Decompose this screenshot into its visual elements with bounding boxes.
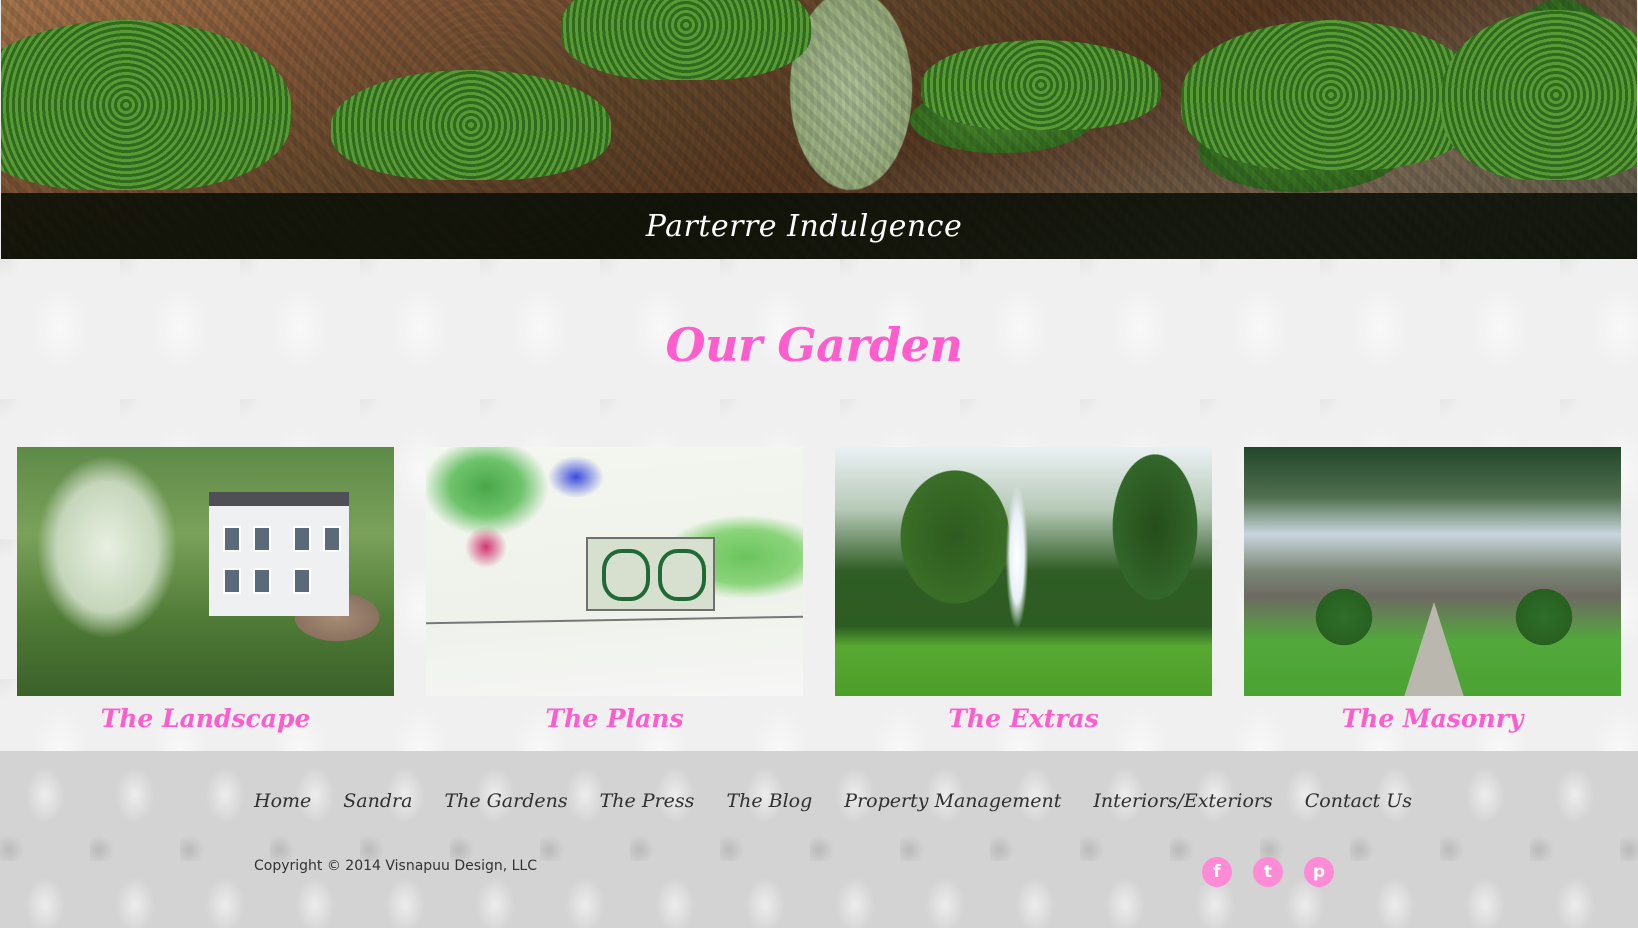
footer-nav: Home Sandra The Gardens The Press The Bl…: [254, 790, 1444, 812]
page-title: Our Garden: [665, 318, 963, 372]
gallery-label-extras[interactable]: The Extras: [835, 704, 1212, 733]
stone-path: [1404, 602, 1464, 696]
masonry-image[interactable]: [1244, 447, 1621, 696]
gallery-card-masonry[interactable]: The Masonry: [1244, 447, 1621, 733]
hero-slideshow[interactable]: Parterre Indulgence: [1, 0, 1637, 259]
social-links: f t p: [1202, 857, 1334, 887]
gallery-card-plans[interactable]: The Plans: [426, 447, 803, 733]
plans-line: [426, 615, 803, 625]
hedge-shape: [921, 40, 1161, 130]
landscape-image[interactable]: [17, 447, 394, 696]
gallery-label-masonry[interactable]: The Masonry: [1244, 704, 1621, 733]
footer-nav-home[interactable]: Home: [254, 790, 311, 812]
footer-nav-property-management[interactable]: Property Management: [844, 790, 1061, 812]
plans-image[interactable]: [426, 447, 803, 696]
footer-nav-sandra[interactable]: Sandra: [343, 790, 412, 812]
gallery-label-landscape[interactable]: The Landscape: [17, 704, 394, 733]
footer: [0, 751, 1638, 928]
house-shape: [209, 492, 349, 616]
footer-nav-the-blog[interactable]: The Blog: [726, 790, 812, 812]
hedge-shape: [331, 70, 611, 180]
extras-image[interactable]: [835, 447, 1212, 696]
hero-caption: Parterre Indulgence: [645, 208, 963, 244]
hedge-shape: [561, 0, 811, 80]
footer-nav-the-gardens[interactable]: The Gardens: [444, 790, 567, 812]
gallery-label-plans[interactable]: The Plans: [426, 704, 803, 733]
twitter-icon[interactable]: t: [1253, 857, 1283, 887]
footer-nav-contact-us[interactable]: Contact Us: [1305, 790, 1412, 812]
plans-knot-panel: [586, 537, 715, 611]
copyright-text: Copyright © 2014 Visnapuu Design, LLC: [254, 858, 537, 874]
gallery-card-extras[interactable]: The Extras: [835, 447, 1212, 733]
gallery: The Landscape The Plans The Extras The M…: [17, 447, 1621, 733]
hero-caption-bar: Parterre Indulgence: [1, 193, 1637, 259]
pinterest-icon[interactable]: p: [1304, 857, 1334, 887]
footer-nav-the-press[interactable]: The Press: [600, 790, 695, 812]
facebook-icon[interactable]: f: [1202, 857, 1232, 887]
hedge-shape: [1181, 20, 1481, 170]
footer-nav-interiors-exteriors[interactable]: Interiors/Exteriors: [1093, 790, 1272, 812]
gallery-card-landscape[interactable]: The Landscape: [17, 447, 394, 733]
